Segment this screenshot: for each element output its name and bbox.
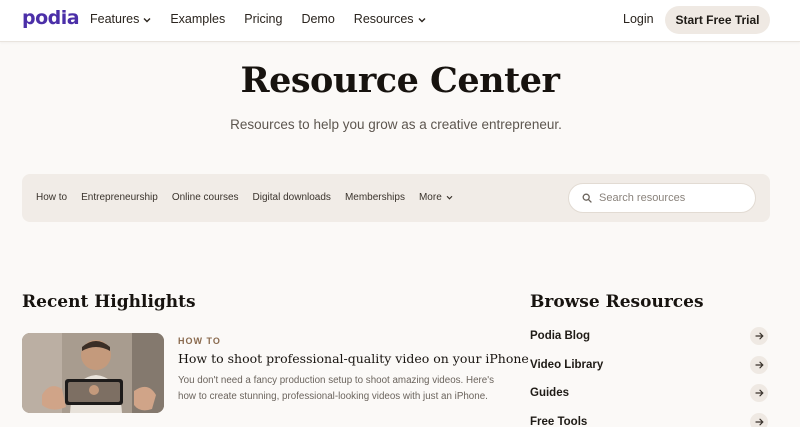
tab-more-label: More [418, 192, 442, 203]
browse-item-free-tools[interactable]: Free Tools [530, 408, 770, 427]
search-input[interactable] [599, 192, 749, 204]
filter-bar: How to Entrepreneurship Online courses D… [22, 174, 770, 222]
tab-how-to[interactable]: How to [36, 192, 67, 203]
browse-item-label: Podia Blog [530, 330, 591, 343]
nav-examples-label: Examples [170, 12, 226, 26]
tab-online-courses[interactable]: Online courses [172, 192, 239, 203]
start-free-trial-button[interactable]: Start Free Trial [665, 6, 770, 34]
site-header: podia Features Examples Pricing Demo Res… [0, 0, 800, 42]
tab-digital-downloads[interactable]: Digital downloads [253, 192, 331, 203]
chevron-down-icon [143, 12, 151, 26]
search-icon [581, 192, 593, 204]
arrow-right-icon[interactable] [750, 412, 768, 427]
article-title[interactable]: How to shoot professional-quality video … [178, 351, 529, 366]
browse-item-label: Guides [530, 387, 569, 400]
arrow-right-icon[interactable] [750, 327, 768, 346]
article-description: You don't need a fancy production setup … [178, 375, 494, 402]
nav-resources-label: Resources [353, 12, 414, 26]
nav-resources[interactable]: Resources [354, 12, 426, 26]
tab-entrepreneurship[interactable]: Entrepreneurship [81, 192, 158, 203]
browse-item-podia-blog[interactable]: Podia Blog [530, 322, 770, 351]
tab-more[interactable]: More [419, 192, 453, 203]
article-category: HOW TO [178, 336, 221, 346]
chevron-down-icon [446, 192, 453, 203]
category-tabs: How to Entrepreneurship Online courses D… [36, 192, 467, 203]
search-box[interactable] [568, 183, 756, 213]
browse-resources-heading: Browse Resources [530, 292, 704, 312]
main-nav: Features Examples Pricing Demo Resources [90, 12, 445, 26]
browse-resources-list: Podia Blog Video Library Guides Free Too… [530, 322, 770, 427]
podia-logo[interactable]: podia [22, 7, 80, 29]
article-thumbnail[interactable] [22, 333, 164, 413]
nav-features-label: Features [90, 12, 140, 26]
browse-item-guides[interactable]: Guides [530, 379, 770, 408]
login-link[interactable]: Login [623, 12, 654, 26]
tab-memberships[interactable]: Memberships [345, 192, 405, 203]
arrow-right-icon[interactable] [750, 384, 768, 403]
nav-features[interactable]: Features [90, 12, 151, 26]
nav-pricing[interactable]: Pricing [244, 12, 282, 26]
browse-item-label: Free Tools [530, 415, 588, 427]
nav-pricing-label: Pricing [244, 12, 283, 26]
page-title: Resource Center [240, 60, 560, 101]
arrow-right-icon[interactable] [750, 355, 768, 374]
browse-item-video-library[interactable]: Video Library [530, 351, 770, 380]
chevron-down-icon [418, 12, 426, 26]
browse-item-label: Video Library [530, 358, 604, 371]
nav-demo[interactable]: Demo [301, 12, 334, 26]
recent-highlights-heading: Recent Highlights [22, 292, 196, 312]
nav-examples[interactable]: Examples [170, 12, 225, 26]
page-subtitle: Resources to help you grow as a creative… [230, 117, 562, 132]
nav-demo-label: Demo [301, 12, 335, 26]
